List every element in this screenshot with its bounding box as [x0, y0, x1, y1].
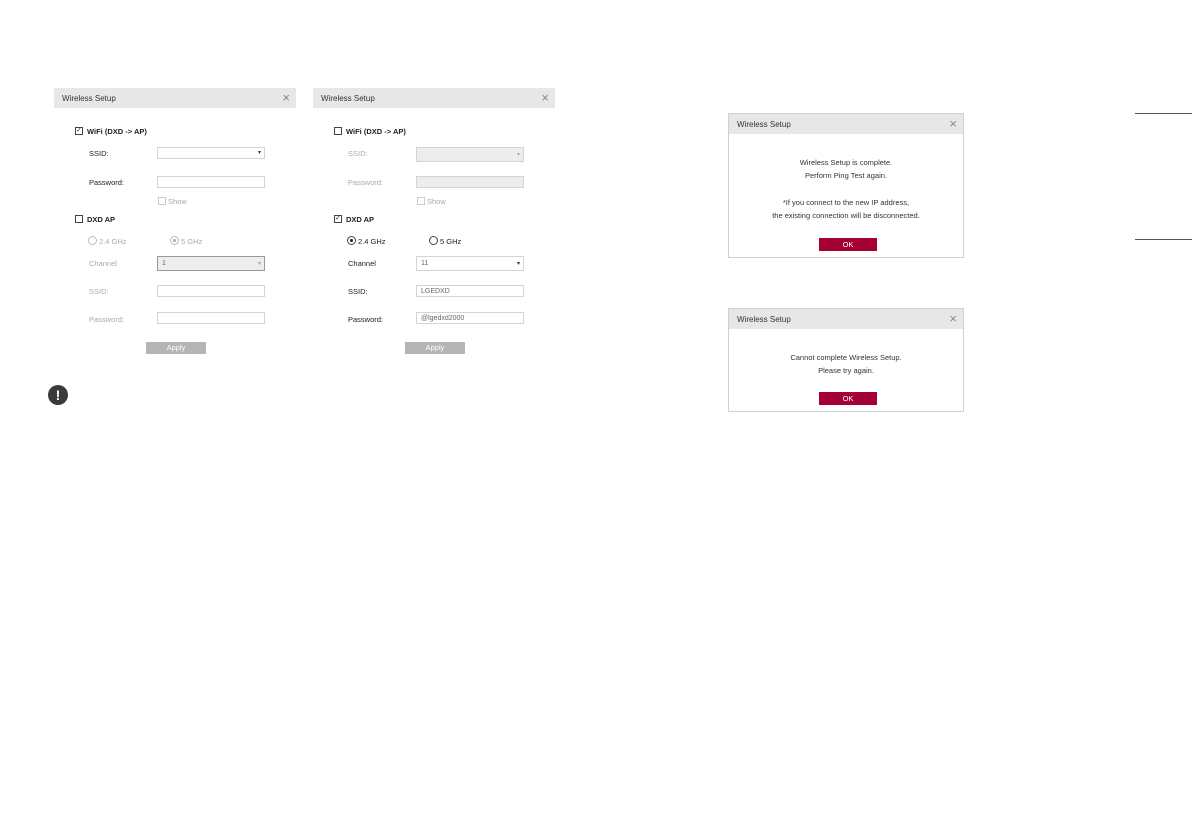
wireless-setup-dialog-wifi: Wireless Setup × ✓ WiFi (DXD -> AP) SSID…	[54, 88, 296, 360]
ap-ssid-field[interactable]: LGEDXD	[416, 285, 524, 297]
show-password-checkbox[interactable]	[417, 197, 425, 205]
show-password-label: Show	[168, 197, 187, 206]
message-line: Wireless Setup is complete.	[799, 158, 893, 167]
ap-password-label: Password:	[89, 315, 125, 324]
channel-label: Channel	[348, 259, 376, 268]
ssid-dropdown[interactable]: ▾	[416, 147, 524, 162]
chevron-down-icon: ▾	[516, 152, 520, 158]
message-line: the existing connection will be disconne…	[772, 211, 920, 220]
setup-failed-dialog: Wireless Setup × Cannot complete Wireles…	[728, 308, 964, 412]
ssid-label: SSID:	[348, 149, 368, 158]
ap-ssid-label: SSID:	[89, 287, 109, 296]
channel-value: 11	[421, 260, 429, 267]
ap-ssid-field[interactable]	[157, 285, 265, 297]
password-label: Password:	[89, 178, 125, 187]
message-line: Perform Ping Test again.	[805, 171, 887, 180]
margin-rule	[1135, 113, 1192, 114]
radio-selected-dot	[173, 239, 176, 242]
dialog-titlebar[interactable]: Wireless Setup ×	[54, 88, 296, 108]
close-icon[interactable]: ×	[541, 90, 549, 106]
ap-password-field[interactable]	[157, 312, 265, 324]
setup-complete-dialog: Wireless Setup × Wireless Setup is compl…	[728, 113, 964, 258]
band-5-label: 5 GHz	[181, 237, 203, 246]
band-5-radio[interactable]	[429, 236, 438, 245]
chevron-down-icon: ▾	[257, 261, 261, 267]
radio-selected-dot	[350, 239, 353, 242]
wifi-checkbox[interactable]: ✓	[75, 127, 83, 135]
chevron-down-icon: ▾	[257, 150, 261, 156]
show-password-checkbox[interactable]	[158, 197, 166, 205]
channel-dropdown[interactable]: 11 ▾	[416, 256, 524, 271]
channel-dropdown[interactable]: 1 ▾	[157, 256, 265, 271]
margin-rule	[1135, 239, 1192, 240]
show-password-label: Show	[427, 197, 446, 206]
chevron-down-icon: ▾	[516, 261, 520, 267]
dxd-ap-checkbox-label: DXD AP	[87, 215, 116, 224]
password-label: Password:	[348, 178, 384, 187]
ap-password-field[interactable]: @lgedxd2000	[416, 312, 524, 324]
band-5-radio[interactable]	[170, 236, 179, 245]
band-24-radio[interactable]	[347, 236, 356, 245]
channel-label: Channel	[89, 259, 117, 268]
ap-ssid-label: SSID:	[348, 287, 368, 296]
dialog-title: Wireless Setup	[62, 94, 116, 103]
dialog-title: Wireless Setup	[737, 120, 791, 129]
message-line: Cannot complete Wireless Setup.	[790, 353, 902, 362]
message-line: Please try again.	[818, 366, 874, 375]
exclamation-icon: !	[48, 385, 68, 405]
close-icon[interactable]: ×	[949, 116, 957, 132]
ap-password-label: Password:	[348, 315, 384, 324]
dxd-ap-checkbox[interactable]: ✓	[334, 215, 342, 223]
password-field[interactable]	[416, 176, 524, 188]
dxd-ap-checkbox-label: DXD AP	[346, 215, 375, 224]
apply-button[interactable]: Apply	[146, 342, 206, 354]
ssid-label: SSID:	[89, 149, 109, 158]
dxd-ap-checkbox[interactable]	[75, 215, 83, 223]
message-line: *If you connect to the new IP address,	[782, 198, 910, 207]
apply-button[interactable]: Apply	[405, 342, 465, 354]
wifi-checkbox-label: WiFi (DXD -> AP)	[346, 127, 406, 136]
ssid-dropdown[interactable]: ▾	[157, 147, 265, 159]
ap-password-value: @lgedxd2000	[421, 315, 465, 322]
dialog-title: Wireless Setup	[321, 94, 375, 103]
band-24-label: 2.4 GHz	[99, 237, 127, 246]
password-field[interactable]	[157, 176, 265, 188]
band-5-label: 5 GHz	[440, 237, 462, 246]
dialog-titlebar[interactable]: Wireless Setup ×	[313, 88, 555, 108]
wireless-setup-dialog-ap: Wireless Setup × WiFi (DXD -> AP) SSID: …	[313, 88, 555, 360]
close-icon[interactable]: ×	[949, 311, 957, 327]
band-24-label: 2.4 GHz	[358, 237, 386, 246]
band-24-radio[interactable]	[88, 236, 97, 245]
wifi-checkbox-label: WiFi (DXD -> AP)	[87, 127, 147, 136]
dialog-titlebar[interactable]: Wireless Setup ×	[729, 114, 963, 134]
close-icon[interactable]: ×	[282, 90, 290, 106]
ok-button[interactable]: OK	[819, 392, 877, 405]
ap-ssid-value: LGEDXD	[421, 288, 450, 295]
channel-value: 1	[162, 260, 166, 267]
dialog-title: Wireless Setup	[737, 315, 791, 324]
ok-button[interactable]: OK	[819, 238, 877, 251]
wifi-checkbox[interactable]	[334, 127, 342, 135]
dialog-titlebar[interactable]: Wireless Setup ×	[729, 309, 963, 329]
